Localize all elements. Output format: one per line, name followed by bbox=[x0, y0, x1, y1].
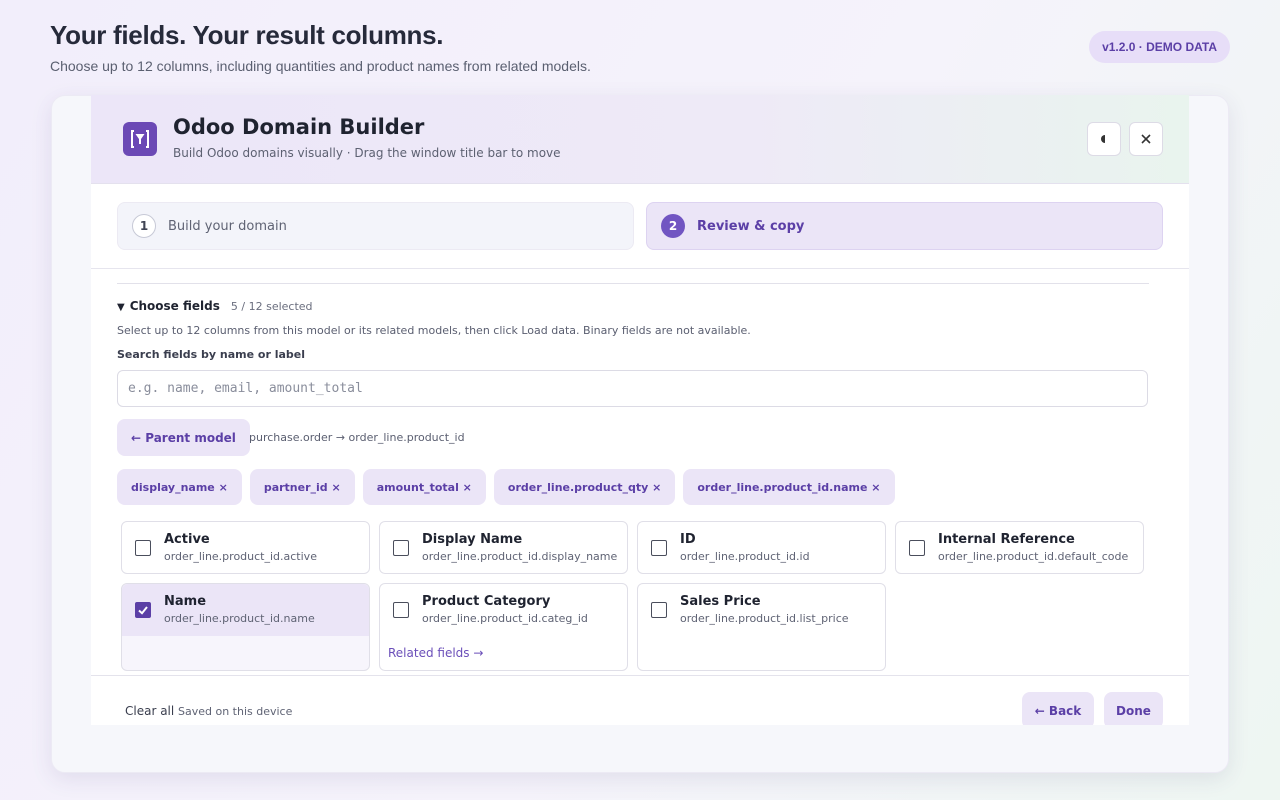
field-name: Active bbox=[164, 532, 210, 547]
field-card-display-name[interactable]: Display Name order_line.product_id.displ… bbox=[379, 521, 628, 574]
dialog-subtitle: Build Odoo domains visually · Drag the w… bbox=[173, 146, 561, 160]
page-title: Your fields. Your result columns. bbox=[50, 20, 444, 50]
search-label: Search fields by name or label bbox=[117, 348, 306, 361]
field-path: order_line.product_id.active bbox=[164, 550, 317, 563]
field-name: Product Category bbox=[422, 594, 551, 609]
field-grid: Active order_line.product_id.active Disp… bbox=[121, 521, 1151, 676]
step-number: 2 bbox=[661, 214, 685, 238]
dialog-title: Odoo Domain Builder bbox=[173, 115, 425, 139]
field-path: order_line.product_id.display_name bbox=[422, 550, 618, 563]
choose-fields-title: Choose fields bbox=[129, 299, 220, 313]
step-build-domain[interactable]: 1 Build your domain bbox=[117, 202, 634, 250]
back-button[interactable]: ← Back bbox=[1022, 692, 1094, 725]
step-review-copy[interactable]: 2 Review & copy bbox=[646, 202, 1163, 250]
done-button[interactable]: Done bbox=[1104, 692, 1163, 725]
choose-fields-help: Select up to 12 columns from this model … bbox=[117, 324, 751, 337]
field-card-name[interactable]: Name order_line.product_id.name bbox=[121, 583, 370, 671]
choose-fields-toggle[interactable]: ▼ Choose fields 5 / 12 selected bbox=[117, 299, 313, 313]
field-name: Sales Price bbox=[680, 594, 761, 609]
half-moon-icon bbox=[1101, 135, 1105, 143]
field-checkbox[interactable] bbox=[651, 540, 667, 556]
step-label: Review & copy bbox=[697, 218, 805, 234]
field-card-sales-price[interactable]: Sales Price order_line.product_id.list_p… bbox=[637, 583, 886, 671]
field-checkbox[interactable] bbox=[393, 540, 409, 556]
domain-builder-dialog: Odoo Domain Builder Build Odoo domains v… bbox=[91, 95, 1189, 725]
selected-chips: display_name × partner_id × amount_total… bbox=[117, 469, 895, 505]
field-card-active[interactable]: Active order_line.product_id.active bbox=[121, 521, 370, 574]
field-name: Internal Reference bbox=[938, 532, 1075, 547]
field-name: ID bbox=[680, 532, 696, 547]
chip-display-name[interactable]: display_name × bbox=[117, 469, 242, 505]
step-number: 1 bbox=[132, 214, 156, 238]
chip-partner-id[interactable]: partner_id × bbox=[249, 469, 355, 505]
search-fields-input[interactable] bbox=[117, 370, 1148, 407]
step-label: Build your domain bbox=[168, 218, 287, 234]
field-checkbox[interactable] bbox=[651, 602, 667, 618]
close-icon bbox=[1141, 134, 1151, 144]
divider bbox=[117, 283, 1149, 284]
clear-all-button[interactable]: Clear all bbox=[125, 704, 174, 718]
model-path: purchase.order → order_line.product_id bbox=[249, 431, 465, 444]
chip-product-qty[interactable]: order_line.product_qty × bbox=[493, 469, 676, 505]
page-subtitle: Choose up to 12 columns, including quant… bbox=[50, 58, 591, 74]
chip-product-name[interactable]: order_line.product_id.name × bbox=[683, 469, 895, 505]
theme-toggle-button[interactable] bbox=[1087, 122, 1121, 156]
close-button[interactable] bbox=[1129, 122, 1163, 156]
checkmark-icon bbox=[138, 606, 148, 615]
parent-model-button[interactable]: ← Parent model bbox=[117, 419, 250, 456]
dialog-footer: Clear all Saved on this device ← Back Do… bbox=[91, 675, 1189, 725]
saved-status: Saved on this device bbox=[178, 705, 293, 718]
field-path: order_line.product_id.name bbox=[164, 612, 315, 625]
field-checkbox-checked[interactable] bbox=[135, 602, 151, 618]
selected-count: 5 / 12 selected bbox=[230, 300, 313, 313]
field-path: order_line.product_id.list_price bbox=[680, 612, 849, 625]
field-checkbox[interactable] bbox=[135, 540, 151, 556]
field-name: Display Name bbox=[422, 532, 523, 547]
field-checkbox[interactable] bbox=[909, 540, 925, 556]
field-name: Name bbox=[164, 594, 207, 609]
related-fields-link[interactable]: Related fields → bbox=[388, 646, 483, 660]
field-path: order_line.product_id.default_code bbox=[938, 550, 1129, 563]
divider bbox=[91, 268, 1189, 269]
field-card-id[interactable]: ID order_line.product_id.id bbox=[637, 521, 886, 574]
field-path: order_line.product_id.id bbox=[680, 550, 810, 563]
caret-down-icon: ▼ bbox=[117, 302, 125, 313]
field-checkbox[interactable] bbox=[393, 602, 409, 618]
version-badge: v1.2.0 · DEMO DATA bbox=[1089, 31, 1230, 63]
filter-bracket-icon bbox=[123, 122, 157, 156]
dialog-title-bar[interactable]: Odoo Domain Builder Build Odoo domains v… bbox=[91, 95, 1189, 184]
field-card-product-category[interactable]: Product Category order_line.product_id.c… bbox=[379, 583, 628, 671]
field-path: order_line.product_id.categ_id bbox=[422, 612, 588, 625]
field-card-internal-reference[interactable]: Internal Reference order_line.product_id… bbox=[895, 521, 1144, 574]
chip-amount-total[interactable]: amount_total × bbox=[362, 469, 486, 505]
